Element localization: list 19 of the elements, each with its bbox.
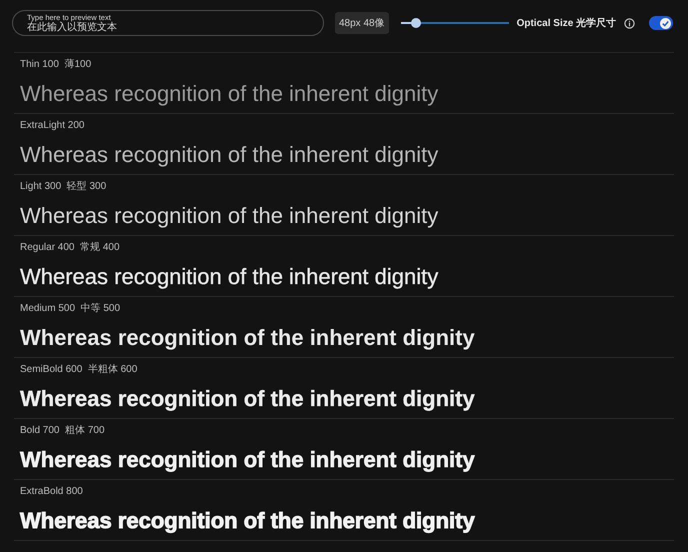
style-label: Light 300 轻型 300 — [20, 181, 108, 193]
sample-text: Whereas recognition of the inherent dignity — [20, 81, 440, 107]
sample-text: Whereas recognition of the inherent dignity — [20, 142, 440, 168]
placeholder-text: 在此输入以预览文本 — [27, 22, 118, 34]
sample-text: Whereas recognition of the inherent dignity — [20, 325, 476, 351]
style-label: Thin 100 薄100 — [20, 59, 92, 71]
optical-size-label: Optical Size 光学尺寸 — [516, 16, 616, 30]
sample-text: Whereas recognition of the inherent dignity — [20, 386, 476, 412]
size-button[interactable]: 48px 48像 — [335, 12, 389, 34]
style-label: ExtraBold 800 — [20, 486, 84, 498]
style-label: SemiBold 600 半粗体 600 — [20, 364, 138, 376]
sample-text: Whereas recognition of the inherent dignity — [20, 447, 476, 473]
sample-text: Whereas recognition of the inherent dignity — [20, 508, 476, 534]
style-label: ExtraLight 200 — [20, 120, 86, 132]
style-label: Bold 700 粗体 700 — [20, 425, 106, 437]
sample-text: Whereas recognition of the inherent dignity — [20, 203, 440, 229]
style-label: Medium 500 中等 500 — [20, 303, 122, 315]
style-label: Regular 400 常规 400 — [20, 242, 121, 254]
sample-text: Whereas recognition of the inherent dignity — [20, 264, 440, 290]
